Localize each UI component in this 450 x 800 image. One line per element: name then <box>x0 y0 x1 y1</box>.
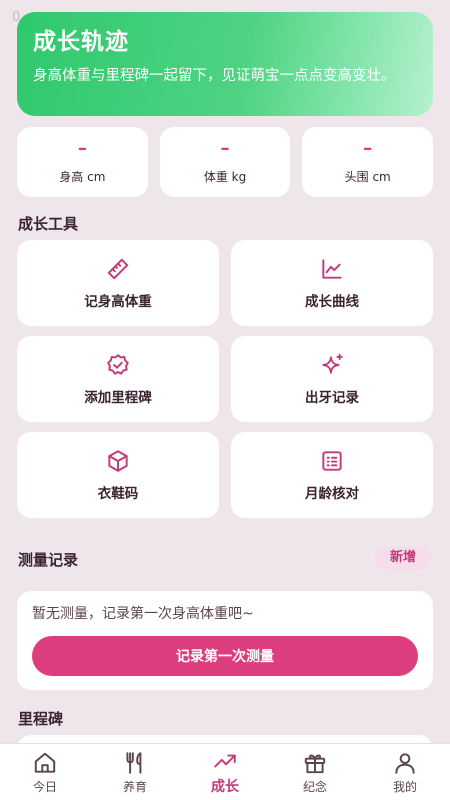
tab-parenting[interactable]: 养育 <box>90 744 180 800</box>
box-icon <box>108 450 128 472</box>
calendar-list-icon <box>322 451 342 471</box>
stats-row: – 身高 cm – 体重 kg – 头围 cm <box>17 127 434 197</box>
tools-grid: 记身高体重 成长曲线 添加里程碑 出牙记录 衣鞋码 月龄核对 <box>17 240 433 518</box>
line-chart-icon <box>322 259 342 279</box>
tool-label: 成长曲线 <box>305 294 359 310</box>
gift-icon <box>304 754 326 773</box>
stat-value: – <box>363 137 373 159</box>
stat-label: 身高 cm <box>59 169 106 184</box>
stat-value: – <box>220 137 230 159</box>
tool-growth-curve[interactable]: 成长曲线 <box>231 240 433 326</box>
tool-clothes-shoe-size[interactable]: 衣鞋码 <box>17 432 219 518</box>
tab-label: 养育 <box>122 779 147 794</box>
record-first-measurement-button[interactable]: 记录第一次测量 <box>32 636 418 676</box>
milestones-section-title: 里程碑 <box>18 710 64 728</box>
stat-head[interactable]: – 头围 cm <box>302 127 434 197</box>
tools-section-title: 成长工具 <box>18 215 79 233</box>
tab-label: 成长 <box>211 779 239 795</box>
ruler-icon <box>107 258 129 280</box>
tool-teeth-record[interactable]: 出牙记录 <box>231 336 433 422</box>
user-icon <box>395 752 415 774</box>
tool-add-milestone[interactable]: 添加里程碑 <box>17 336 219 422</box>
stat-weight[interactable]: – 体重 kg <box>159 127 291 197</box>
stat-value: – <box>77 137 87 159</box>
records-empty-text: 暂无测量，记录第一次身高体重吧~ <box>32 606 254 622</box>
add-record-button[interactable]: 新增 <box>375 546 431 570</box>
tab-memorial[interactable]: 纪念 <box>270 744 360 800</box>
stat-label: 体重 kg <box>203 169 247 184</box>
hero-subtitle: 身高体重与里程碑一起留下，见证萌宝一点点变高变壮。 <box>33 68 396 84</box>
tool-label: 月龄核对 <box>305 486 359 502</box>
tool-label: 记身高体重 <box>84 294 152 310</box>
trend-up-icon <box>214 754 236 768</box>
tab-label: 纪念 <box>302 779 327 794</box>
home-icon <box>34 752 56 773</box>
records-section-title: 测量记录 <box>18 551 79 569</box>
records-empty-card: 暂无测量，记录第一次身高体重吧~ 记录第一次测量 <box>17 591 433 690</box>
tool-label: 衣鞋码 <box>97 486 139 502</box>
tool-month-age-check[interactable]: 月龄核对 <box>231 432 433 518</box>
page-title: 成长轨迹 <box>33 29 129 55</box>
tool-label: 出牙记录 <box>305 390 359 406</box>
utensils-icon <box>126 751 142 774</box>
sparkle-icon <box>322 353 343 374</box>
tab-today[interactable]: 今日 <box>0 744 90 800</box>
tab-label: 我的 <box>392 779 417 794</box>
tab-mine[interactable]: 我的 <box>360 744 450 800</box>
tab-label: 今日 <box>32 779 57 794</box>
stat-height[interactable]: – 身高 cm <box>17 127 148 197</box>
badge-check-icon <box>107 354 129 375</box>
tool-record-height-weight[interactable]: 记身高体重 <box>17 240 219 326</box>
bottom-tab-bar: 今日 养育 成长 纪念 我的 <box>0 743 450 800</box>
tab-growth[interactable]: 成长 <box>180 744 270 800</box>
hero-banner: 成长轨迹 身高体重与里程碑一起留下，见证萌宝一点点变高变壮。 <box>17 12 433 116</box>
tool-label: 添加里程碑 <box>84 390 152 406</box>
stat-label: 头围 cm <box>344 169 391 184</box>
